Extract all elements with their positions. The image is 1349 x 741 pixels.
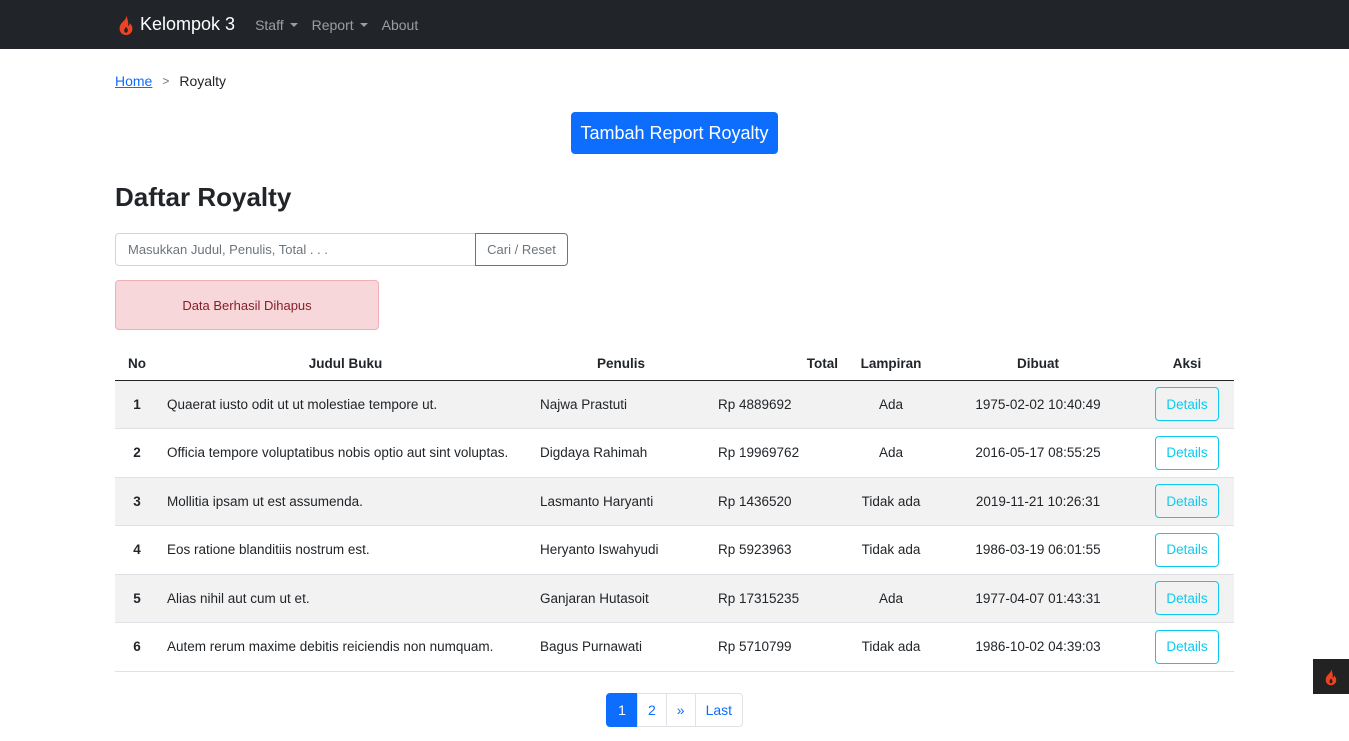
alert-text: Data Berhasil Dihapus: [182, 297, 312, 313]
table-row: 3 Mollitia ipsam ut est assumenda. Lasma…: [115, 477, 1234, 526]
cell-no: 2: [115, 428, 159, 478]
table-row: 2 Officia tempore voluptatibus nobis opt…: [115, 428, 1234, 478]
cell-aksi: Details: [1140, 622, 1234, 672]
cell-judul: Mollitia ipsam ut est assumenda.: [159, 477, 532, 526]
cell-judul: Officia tempore voluptatibus nobis optio…: [159, 428, 532, 478]
cell-no: 4: [115, 525, 159, 575]
breadcrumb: Home > Royalty: [115, 73, 226, 89]
cell-penulis: Digdaya Rahimah: [532, 428, 710, 478]
cell-total: Rp 5710799: [710, 622, 846, 672]
cell-total: Rp 5923963: [710, 525, 846, 575]
search-form: Cari / Reset: [115, 233, 568, 266]
add-report-royalty-button[interactable]: Tambah Report Royalty: [571, 112, 778, 154]
breadcrumb-home-link[interactable]: Home: [115, 73, 152, 89]
flame-icon: [1325, 668, 1337, 685]
cell-aksi: Details: [1140, 428, 1234, 478]
nav-report-dropdown[interactable]: Report: [312, 17, 368, 33]
cell-dibuat: 1986-10-02 04:39:03: [936, 622, 1140, 672]
table-row: 1 Quaerat iusto odit ut ut molestiae tem…: [115, 380, 1234, 429]
cell-aksi: Details: [1140, 525, 1234, 575]
next-page-link[interactable]: »: [665, 693, 696, 727]
cell-dibuat: 1975-02-02 10:40:49: [936, 380, 1140, 429]
page-1-link[interactable]: 1: [606, 693, 638, 727]
cell-lampiran: Tidak ada: [846, 622, 936, 672]
details-button[interactable]: Details: [1155, 484, 1219, 519]
nav-staff-label: Staff: [255, 16, 284, 33]
details-button[interactable]: Details: [1155, 532, 1219, 567]
cell-lampiran: Ada: [846, 428, 936, 478]
nav-about-label: About: [381, 16, 419, 33]
cell-total: Rp 17315235: [710, 574, 846, 623]
cell-dibuat: 1977-04-07 01:43:31: [936, 574, 1140, 623]
page-title: Daftar Royalty: [115, 182, 292, 212]
cell-no: 3: [115, 477, 159, 526]
details-button[interactable]: Details: [1155, 387, 1219, 422]
header-lampiran: Lampiran: [846, 347, 936, 381]
details-button[interactable]: Details: [1155, 629, 1219, 664]
cell-judul: Quaerat iusto odit ut ut molestiae tempo…: [159, 380, 532, 429]
search-input[interactable]: [115, 233, 476, 266]
nav-about-link[interactable]: About: [382, 17, 419, 33]
cell-dibuat: 2016-05-17 08:55:25: [936, 428, 1140, 478]
cell-total: Rp 4889692: [710, 380, 846, 429]
table-header-row: No Judul Buku Penulis Total Lampiran Dib…: [115, 347, 1234, 381]
pagination: 1 2 » Last: [606, 693, 744, 727]
brand-link[interactable]: Kelompok 3: [115, 14, 235, 36]
nav-staff-dropdown[interactable]: Staff: [255, 17, 298, 33]
cell-dibuat: 2019-11-21 10:26:31: [936, 477, 1140, 526]
cell-no: 5: [115, 574, 159, 623]
flame-icon: [119, 14, 133, 35]
cell-penulis: Lasmanto Haryanti: [532, 477, 710, 526]
cell-lampiran: Ada: [846, 574, 936, 623]
header-total: Total: [710, 347, 846, 381]
cell-penulis: Ganjaran Hutasoit: [532, 574, 710, 623]
royalty-table: No Judul Buku Penulis Total Lampiran Dib…: [115, 347, 1234, 672]
table-row: 5 Alias nihil aut cum ut et. Ganjaran Hu…: [115, 574, 1234, 623]
cell-no: 6: [115, 622, 159, 672]
cell-lampiran: Ada: [846, 380, 936, 429]
cell-aksi: Details: [1140, 574, 1234, 623]
cell-total: Rp 19969762: [710, 428, 846, 478]
cell-aksi: Details: [1140, 477, 1234, 526]
cell-judul: Autem rerum maxime debitis reiciendis no…: [159, 622, 532, 672]
breadcrumb-current: Royalty: [179, 73, 227, 89]
caret-down-icon: [289, 22, 298, 27]
search-reset-button[interactable]: Cari / Reset: [475, 233, 568, 266]
brand-name: Kelompok 3: [140, 14, 236, 34]
page-2-link[interactable]: 2: [637, 693, 667, 727]
header-penulis: Penulis: [532, 347, 710, 381]
navbar: Kelompok 3 Staff Report About: [0, 0, 1349, 49]
details-button[interactable]: Details: [1155, 581, 1219, 616]
header-dibuat: Dibuat: [936, 347, 1140, 381]
nav-report-label: Report: [311, 16, 354, 33]
header-no: No: [115, 347, 159, 381]
last-page-link[interactable]: Last: [694, 693, 744, 727]
header-aksi: Aksi: [1140, 347, 1234, 381]
breadcrumb-separator: >: [162, 74, 170, 88]
cell-penulis: Najwa Prastuti: [532, 380, 710, 429]
debug-toolbar-toggle[interactable]: [1313, 659, 1349, 694]
table-row: 4 Eos ratione blanditiis nostrum est. He…: [115, 525, 1234, 575]
cell-lampiran: Tidak ada: [846, 525, 936, 575]
alert-message: Data Berhasil Dihapus: [115, 280, 379, 330]
cell-penulis: Bagus Purnawati: [532, 622, 710, 672]
cell-no: 1: [115, 380, 159, 429]
cell-judul: Eos ratione blanditiis nostrum est.: [159, 525, 532, 575]
caret-down-icon: [359, 22, 368, 27]
header-judul-buku: Judul Buku: [159, 347, 532, 381]
cell-lampiran: Tidak ada: [846, 477, 936, 526]
cell-judul: Alias nihil aut cum ut et.: [159, 574, 532, 623]
table-row: 6 Autem rerum maxime debitis reiciendis …: [115, 622, 1234, 672]
cell-aksi: Details: [1140, 380, 1234, 429]
cell-dibuat: 1986-03-19 06:01:55: [936, 525, 1140, 575]
cell-penulis: Heryanto Iswahyudi: [532, 525, 710, 575]
details-button[interactable]: Details: [1155, 435, 1219, 470]
cell-total: Rp 1436520: [710, 477, 846, 526]
